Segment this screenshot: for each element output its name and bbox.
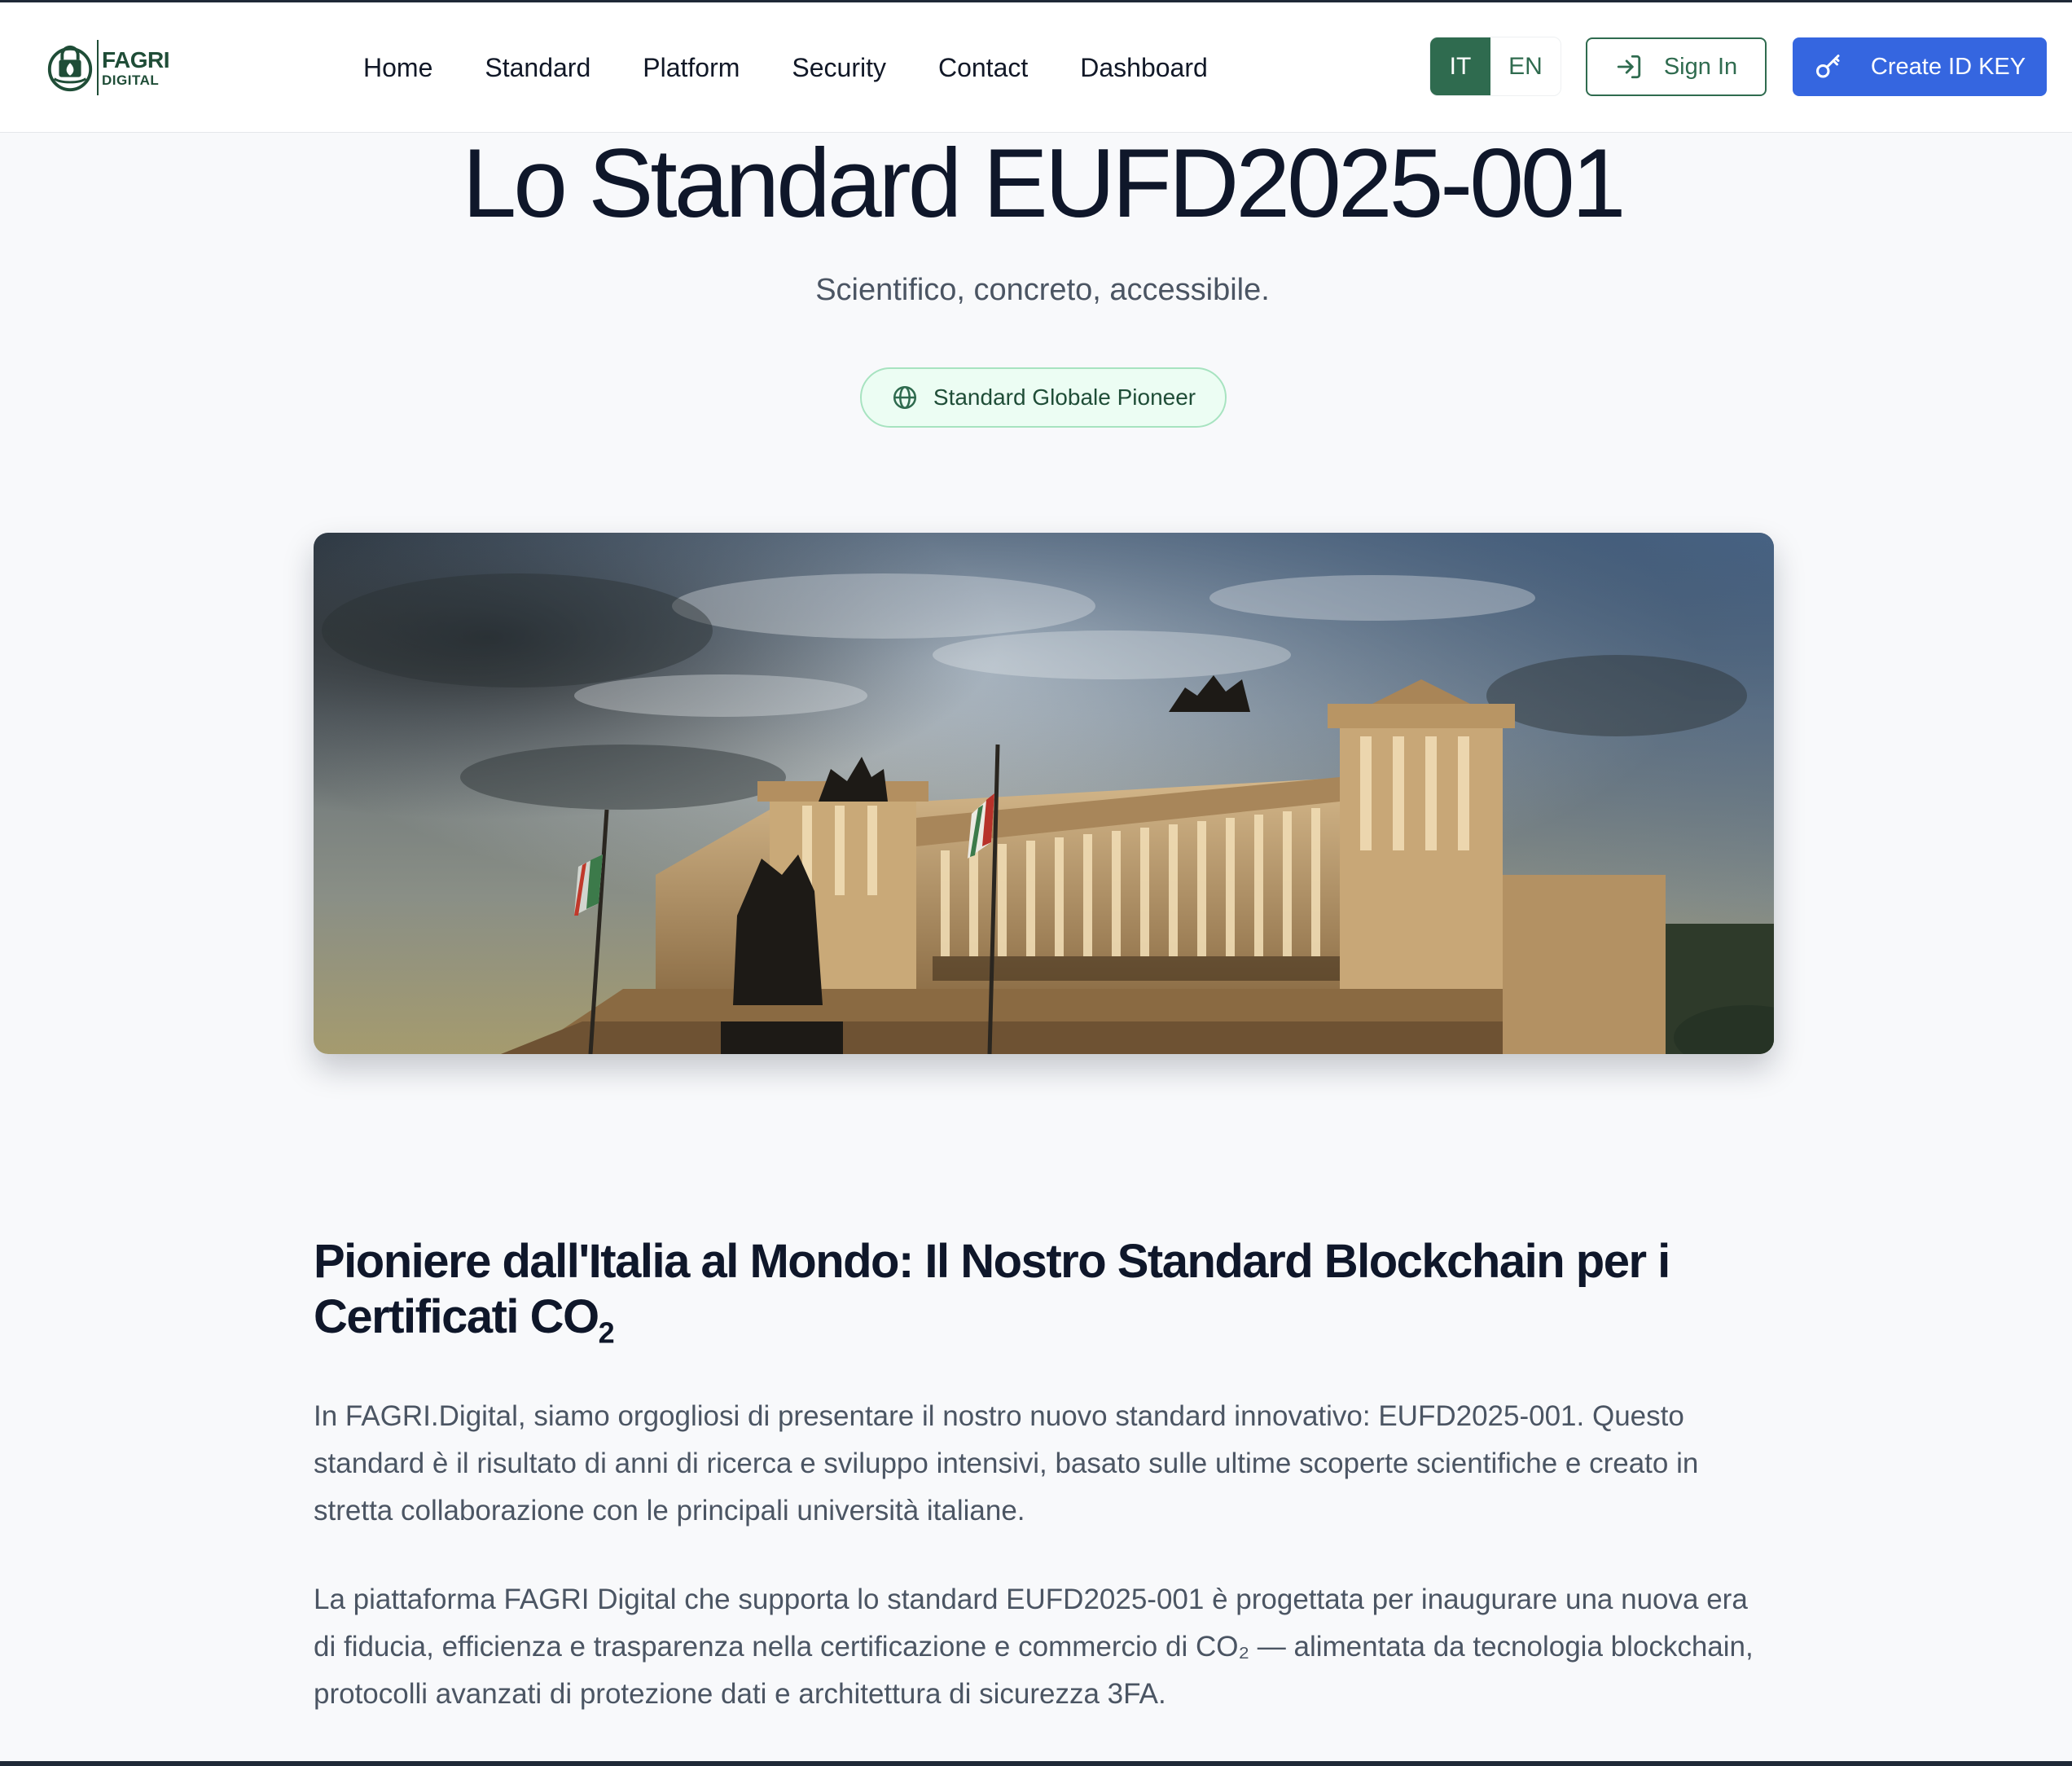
vittoriano-monument-image — [314, 533, 1774, 1054]
platform-paragraph: La piattaforma FAGRI Digital che support… — [314, 1584, 1754, 1710]
sign-in-arrow-icon — [1617, 55, 1641, 79]
intro-paragraph: In FAGRI.Digital, siamo orgogliosi di pr… — [314, 1400, 1699, 1527]
nav-security[interactable]: Security — [792, 53, 886, 83]
globe-icon — [893, 385, 916, 410]
nav-dashboard[interactable]: Dashboard — [1080, 53, 1208, 83]
brand-tagline: DIGITAL — [102, 72, 160, 88]
window-top-edge — [0, 0, 2072, 2]
section-heading: Pioniere dall'Italia al Mondo: Il Nostro… — [314, 1234, 1780, 1361]
language-switcher: IT EN — [1429, 37, 1561, 96]
brand-wordmark: FAGRI DIGITAL — [102, 46, 170, 88]
key-icon — [1815, 55, 1840, 78]
create-id-key-button[interactable]: Create ID KEY — [1793, 37, 2047, 96]
pioneer-badge-label: Standard Globale Pioneer — [933, 384, 1196, 410]
nav-contact[interactable]: Contact — [938, 53, 1028, 83]
create-id-key-label: Create ID KEY — [1870, 53, 2026, 80]
window-bottom-edge — [0, 1761, 2072, 1766]
co2-subscript: 2 — [598, 1316, 615, 1350]
page: FAGRI DIGITAL Home Standard Platform Sec… — [0, 0, 2072, 1766]
section-heading-text: Pioniere dall'Italia al Mondo: Il Nostro… — [314, 1235, 1670, 1343]
lang-it-button[interactable]: IT — [1430, 37, 1490, 95]
nav-home[interactable]: Home — [363, 53, 432, 83]
sign-in-label: Sign In — [1663, 53, 1738, 80]
pioneer-badge: Standard Globale Pioneer — [860, 367, 1227, 428]
monument-photo-illustration — [314, 533, 1774, 1054]
page-title: Lo Standard EUFD2025-001 — [462, 129, 1626, 238]
main-nav: Home Standard Platform Security Contact … — [363, 47, 1208, 88]
nav-platform[interactable]: Platform — [643, 53, 740, 83]
nav-standard[interactable]: Standard — [485, 53, 590, 83]
brand-logo[interactable]: FAGRI DIGITAL — [45, 39, 175, 96]
page-subtitle: Scientifico, concreto, accessibile. — [815, 273, 1270, 307]
sign-in-button[interactable]: Sign In — [1586, 37, 1767, 96]
padlock-leaf-logo-icon — [47, 45, 93, 92]
logo-divider — [97, 40, 99, 95]
brand-name: FAGRI — [102, 46, 170, 72]
top-navbar: FAGRI DIGITAL Home Standard Platform Sec… — [0, 0, 2072, 133]
lang-en-button[interactable]: EN — [1490, 37, 1561, 95]
